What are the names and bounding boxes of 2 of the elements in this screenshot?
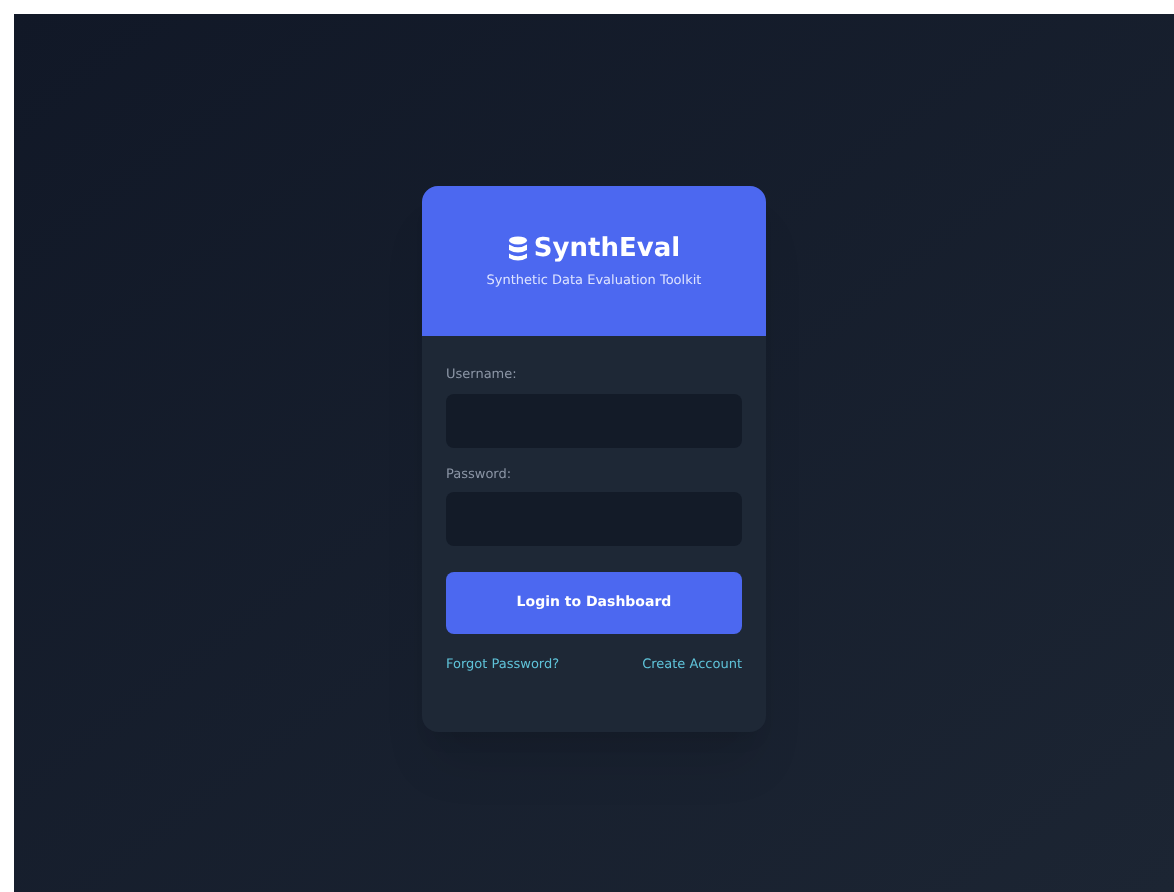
brand-name: SynthEval <box>533 235 681 262</box>
database-icon <box>507 235 528 262</box>
